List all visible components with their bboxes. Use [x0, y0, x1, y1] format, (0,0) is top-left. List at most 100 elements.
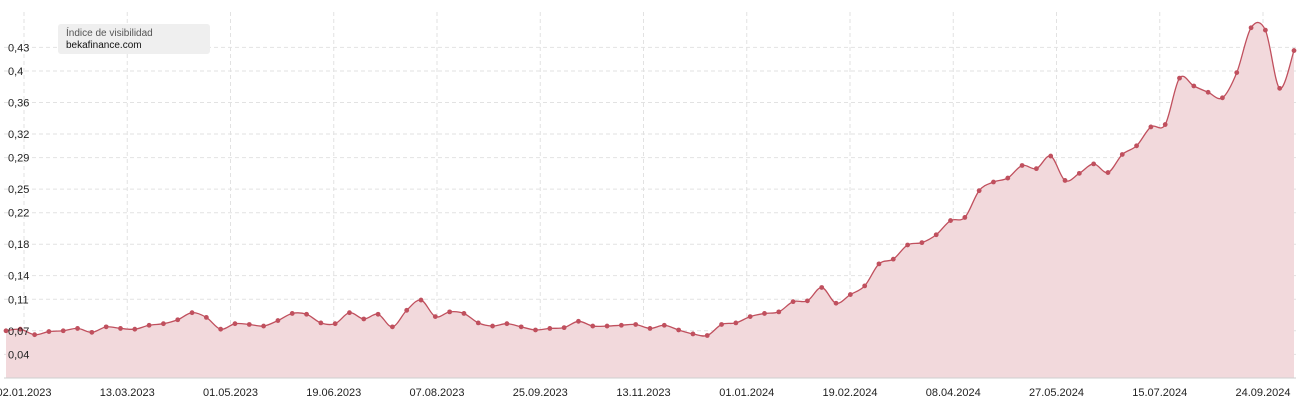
data-point[interactable] — [547, 326, 553, 331]
data-point[interactable] — [1191, 83, 1197, 89]
data-point[interactable] — [1205, 89, 1211, 95]
data-point[interactable] — [976, 188, 982, 194]
data-point[interactable] — [862, 283, 868, 289]
data-point[interactable] — [161, 321, 166, 327]
data-point[interactable] — [647, 326, 653, 331]
data-point[interactable] — [447, 309, 453, 315]
y-tick-label: 0,07 — [8, 326, 29, 338]
data-point[interactable] — [175, 317, 181, 323]
data-point[interactable] — [218, 326, 224, 332]
x-tick-label: 02.01.2023 — [0, 387, 52, 399]
data-point[interactable] — [1105, 170, 1111, 175]
data-point[interactable] — [676, 327, 682, 333]
data-point[interactable] — [704, 333, 710, 338]
data-point[interactable] — [805, 298, 810, 304]
data-point[interactable] — [962, 215, 968, 220]
data-point[interactable] — [1248, 25, 1254, 31]
data-point[interactable] — [819, 285, 825, 290]
data-point[interactable] — [347, 310, 352, 316]
data-point[interactable] — [1220, 95, 1225, 101]
data-point[interactable] — [576, 318, 581, 324]
data-point[interactable] — [289, 311, 295, 316]
data-point[interactable] — [203, 314, 209, 320]
data-point[interactable] — [332, 321, 338, 327]
data-point[interactable] — [432, 314, 438, 320]
x-tick-label: 27.05.2024 — [1029, 387, 1084, 399]
data-point[interactable] — [876, 261, 882, 267]
legend-domain: bekafinance.com — [66, 40, 142, 51]
data-point[interactable] — [1119, 152, 1125, 157]
data-point[interactable] — [661, 322, 667, 328]
data-point[interactable] — [375, 311, 381, 317]
data-point[interactable] — [518, 324, 524, 330]
visibility-chart: 0,04 0,07 0,11 0,14 0,18 0,22 0,25 0,29 0,32 0,36… — [0, 0, 1298, 404]
data-point[interactable] — [118, 326, 123, 331]
data-point[interactable] — [32, 332, 38, 338]
data-point[interactable] — [361, 316, 367, 322]
data-point[interactable] — [561, 325, 567, 331]
data-point[interactable] — [790, 299, 796, 305]
data-point[interactable] — [146, 322, 152, 328]
data-point[interactable] — [618, 322, 624, 328]
data-point[interactable] — [1277, 85, 1283, 91]
data-point[interactable] — [275, 318, 281, 323]
data-point[interactable] — [46, 329, 52, 334]
data-point[interactable] — [1062, 178, 1068, 183]
data-point[interactable] — [633, 322, 639, 327]
data-point[interactable] — [232, 321, 238, 327]
data-point[interactable] — [318, 320, 324, 326]
data-point[interactable] — [132, 326, 138, 332]
data-point[interactable] — [747, 314, 753, 320]
data-point[interactable] — [933, 232, 939, 238]
x-tick-label: 08.04.2024 — [926, 387, 981, 399]
data-point[interactable] — [719, 322, 724, 327]
data-point[interactable] — [461, 311, 467, 316]
data-point[interactable] — [762, 311, 767, 316]
y-tick-label: 0,29 — [8, 153, 29, 165]
data-point[interactable] — [690, 331, 696, 337]
data-point[interactable] — [991, 179, 996, 185]
data-point[interactable] — [404, 307, 410, 313]
data-point[interactable] — [103, 324, 109, 330]
data-point[interactable] — [60, 328, 66, 334]
data-point[interactable] — [1076, 170, 1082, 176]
x-tick-label: 15.07.2024 — [1132, 387, 1187, 399]
data-point[interactable] — [1034, 166, 1039, 172]
y-tick-label: 0,22 — [8, 208, 29, 220]
data-point[interactable] — [304, 311, 309, 317]
data-point[interactable] — [1262, 27, 1268, 33]
data-point[interactable] — [919, 240, 925, 246]
data-point[interactable] — [490, 323, 495, 329]
x-tick-label: 25.09.2023 — [513, 387, 568, 399]
data-point[interactable] — [246, 322, 252, 327]
data-point[interactable] — [1291, 48, 1297, 53]
data-point[interactable] — [390, 324, 395, 330]
data-point[interactable] — [833, 300, 839, 306]
data-point[interactable] — [905, 242, 910, 248]
data-point[interactable] — [475, 320, 481, 326]
data-point[interactable] — [604, 323, 610, 329]
data-point[interactable] — [847, 292, 853, 297]
data-point[interactable] — [948, 218, 953, 223]
data-point[interactable] — [75, 326, 80, 331]
data-point[interactable] — [733, 320, 739, 326]
data-point[interactable] — [261, 323, 266, 329]
data-point[interactable] — [533, 327, 538, 333]
data-point[interactable] — [1148, 124, 1154, 130]
data-point[interactable] — [1234, 70, 1240, 76]
data-point[interactable] — [1134, 143, 1139, 149]
data-point[interactable] — [590, 323, 596, 329]
y-tick-label: 0,04 — [8, 349, 29, 361]
data-point[interactable] — [1091, 161, 1097, 167]
data-point[interactable] — [504, 321, 510, 327]
data-point[interactable] — [1005, 175, 1011, 181]
data-point[interactable] — [1019, 163, 1025, 168]
data-point[interactable] — [1048, 153, 1054, 159]
data-point[interactable] — [1177, 75, 1182, 81]
data-point[interactable] — [1162, 122, 1168, 127]
data-point[interactable] — [418, 297, 424, 303]
data-point[interactable] — [890, 256, 896, 262]
data-point[interactable] — [189, 310, 195, 316]
data-point[interactable] — [89, 329, 95, 335]
data-point[interactable] — [776, 309, 782, 315]
